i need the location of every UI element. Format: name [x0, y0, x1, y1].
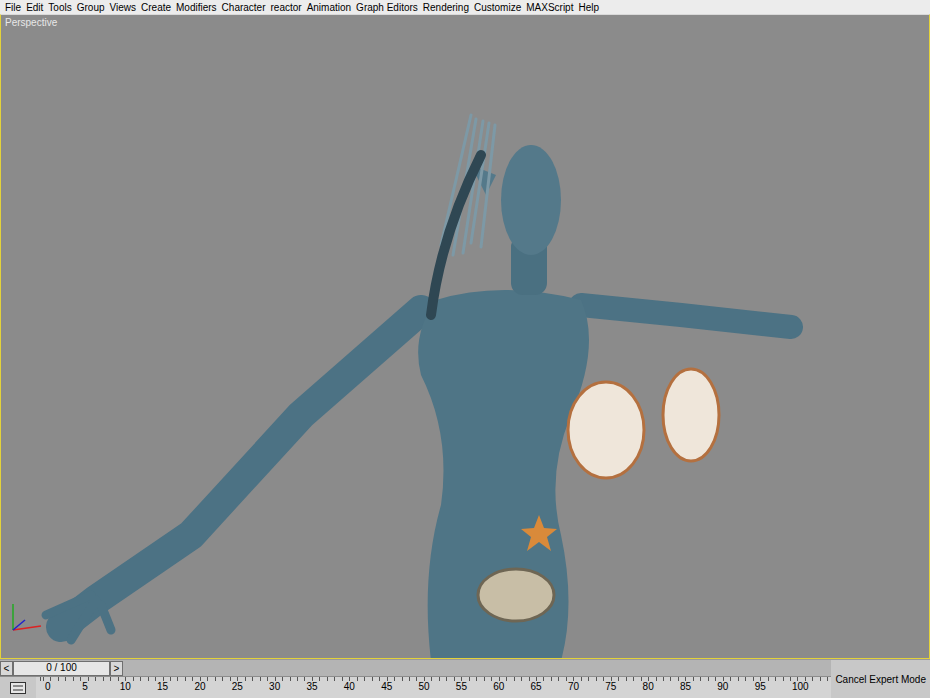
frame-label: 90 — [715, 681, 728, 693]
frame-reading: 0 / 100 — [13, 661, 110, 676]
track-bar: 0 5 10 15 20 25 30 35 40 45 50 55 60 65 70 75 80 85 90 95 10… — [0, 677, 831, 698]
app-window: FileEditToolsGroupViewsCreateModifiersCh… — [0, 0, 930, 698]
frame-label: 75 — [603, 681, 616, 693]
menu-item[interactable]: Tools — [46, 1, 74, 14]
frame-label: 0 — [43, 681, 51, 693]
menu-bar: FileEditToolsGroupViewsCreateModifiersCh… — [0, 0, 930, 14]
menu-item[interactable]: Rendering — [421, 1, 472, 14]
menu-item[interactable]: Graph Editors — [354, 1, 421, 14]
bottom-panel: <0 / 100> 0 5 10 15 20 25 30 35 40 45 50 55 60 65 70 75… — [0, 659, 930, 698]
track-bar-toggle[interactable] — [0, 677, 36, 698]
time-slider[interactable]: <0 / 100> — [0, 660, 831, 677]
next-frame-button[interactable]: > — [110, 661, 123, 676]
frame-label: 50 — [417, 681, 430, 693]
menu-item[interactable]: Create — [139, 1, 174, 14]
menu-item[interactable]: Edit — [24, 1, 46, 14]
curve-editor-icon — [10, 682, 26, 694]
frame-label: 10 — [118, 681, 131, 693]
previous-frame-button[interactable]: < — [0, 661, 13, 676]
frame-label: 70 — [566, 681, 579, 693]
menu-item[interactable]: Group — [75, 1, 108, 14]
frame-label: 60 — [491, 681, 504, 693]
menu-item[interactable]: Modifiers — [174, 1, 220, 14]
menu-item[interactable]: Views — [108, 1, 140, 14]
frame-label: 40 — [342, 681, 355, 693]
frame-label: 25 — [230, 681, 243, 693]
frame-label: 85 — [678, 681, 691, 693]
menu-item[interactable]: Help — [576, 1, 602, 14]
frame-label: 30 — [267, 681, 280, 693]
menu-item[interactable]: Customize — [472, 1, 524, 14]
frame-label: 100 — [790, 681, 809, 693]
perspective-viewport[interactable]: Perspective — [0, 14, 930, 659]
axis-tripod-icon — [5, 598, 45, 638]
frame-label: 35 — [304, 681, 317, 693]
viewport-label[interactable]: Perspective — [5, 17, 57, 29]
menu-item[interactable]: Character — [220, 1, 269, 14]
menu-item[interactable]: reactor — [269, 1, 305, 14]
frame-label: 65 — [529, 681, 542, 693]
time-slider-thumb[interactable]: <0 / 100> — [0, 661, 123, 676]
frame-label: 20 — [192, 681, 205, 693]
menu-item[interactable]: Animation — [305, 1, 354, 14]
menu-item[interactable]: File — [3, 1, 24, 14]
frame-label: 15 — [155, 681, 168, 693]
frame-label: 95 — [753, 681, 766, 693]
frame-label: 55 — [454, 681, 467, 693]
menu-item[interactable]: MAXScript — [524, 1, 576, 14]
frame-label: 5 — [80, 681, 88, 693]
cancel-expert-mode-button[interactable]: Cancel Expert Mode — [833, 670, 928, 689]
frame-scale[interactable]: 0 5 10 15 20 25 30 35 40 45 50 55 60 65 70 75 80 85 90 95 10… — [36, 677, 831, 698]
frame-label: 80 — [641, 681, 654, 693]
frame-label: 45 — [379, 681, 392, 693]
character-model[interactable] — [1, 15, 930, 659]
